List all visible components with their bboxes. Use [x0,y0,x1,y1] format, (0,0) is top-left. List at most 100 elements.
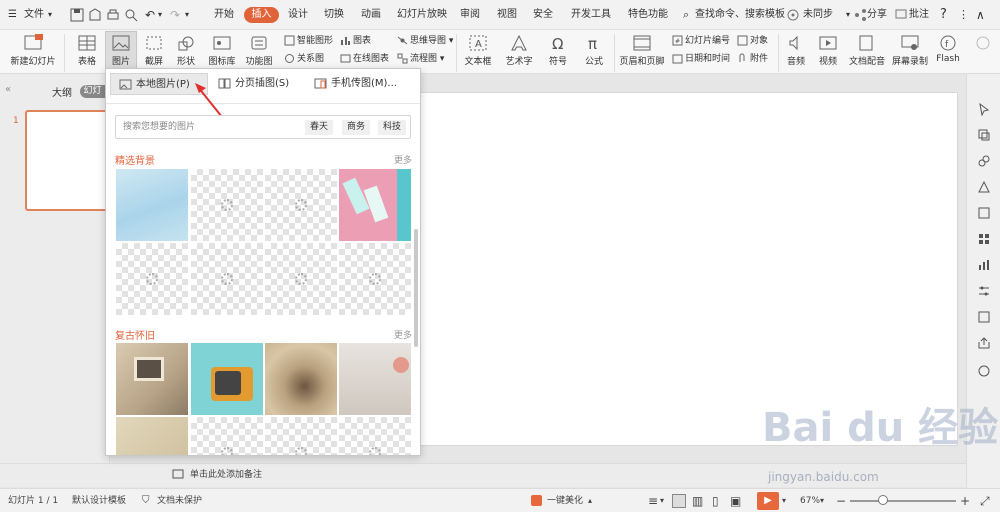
tag-spring[interactable]: 春天 [305,120,334,135]
zoom-slider[interactable] [850,500,956,502]
tab-slideshow[interactable]: 幻灯片放映 [397,0,447,30]
picture-search-box[interactable]: 搜索您想要的图片 春天 商务 科技 [115,115,411,139]
notes-toggle-chevron-icon[interactable]: ▾ [660,489,664,512]
screenshot-button[interactable]: 截屏 [140,32,168,67]
thumb-loading[interactable] [191,243,263,315]
thumb-loading[interactable] [265,169,337,241]
doc-voice-button[interactable]: 文档配音 [848,32,886,67]
thumb-loading[interactable] [191,169,263,241]
tab-insert[interactable]: 插入 [244,7,279,23]
play-button[interactable]: ▶ [757,492,779,510]
mind-map-button[interactable]: 思维导图 ▾ [397,34,453,48]
thumb-retro-tv[interactable] [191,343,263,415]
file-menu-chevron-icon[interactable]: ▾ [48,0,52,30]
chart-button[interactable]: 图表 [340,34,371,48]
play-chevron-icon[interactable]: ▾ [782,489,786,512]
zoom-level[interactable]: 67% [800,489,820,512]
object-button[interactable]: 对象 [737,34,768,48]
export-icon[interactable] [977,336,991,350]
scene-icon[interactable] [977,206,991,220]
thumb-old-paper[interactable] [116,417,188,455]
cursor-icon[interactable] [977,102,991,116]
redo-icon[interactable]: ↷ [170,0,180,30]
fit-window-icon[interactable]: ⤢ [980,489,990,512]
picture-button[interactable]: 图片 [105,31,137,71]
retro-more-link[interactable]: 更多 [394,328,412,341]
collapse-ribbon-icon[interactable]: ∧ [976,0,985,30]
symbol-button[interactable]: Ω 符号 [542,32,574,67]
preview-icon[interactable] [124,8,138,22]
relation-button[interactable]: 关系图 [284,52,324,66]
protect-status[interactable]: 文档未保护 [157,489,202,512]
zoom-out-icon[interactable]: − [836,489,846,512]
tag-business[interactable]: 商务 [342,120,371,135]
image-icon[interactable] [977,310,991,324]
more-icon[interactable]: ⋮ [958,0,969,30]
smart-art-button[interactable]: 智能图形 [284,34,333,48]
slide-number-button[interactable]: # 幻灯片编号 [672,34,730,48]
dropdown-scrollbar[interactable] [414,229,418,347]
tab-developer[interactable]: 开发工具 [571,0,611,30]
tab-features[interactable]: 特色功能 [628,0,672,30]
thumb-loading[interactable] [116,243,188,315]
flowchart-button[interactable]: 流程图 ▾ [397,52,444,66]
slide-canvas[interactable] [420,92,958,446]
grid-icon[interactable] [977,232,991,246]
fill-icon[interactable] [977,180,991,194]
attachment-button[interactable]: 附件 [737,52,768,66]
online-chart-button[interactable]: 在线图表 [340,52,389,66]
featured-more-link[interactable]: 更多 [394,153,412,166]
undo-chevron-icon[interactable]: ▾ [158,0,162,30]
beautify-button[interactable]: 一键美化 [547,489,583,512]
table-button[interactable]: 表格 [70,32,104,67]
tab-slides[interactable]: 幻灯片 [80,85,105,98]
shape-effects-icon[interactable] [977,154,991,168]
sorter-view-icon[interactable]: ▥ [692,489,703,512]
hamburger-icon[interactable]: ☰ [8,0,17,30]
thumb-vintage-photos[interactable] [116,343,188,415]
thumb-loading[interactable] [265,417,337,455]
panel-collapse-icon[interactable]: « [5,84,11,95]
help-icon[interactable]: ? [940,0,947,30]
tab-outline[interactable]: 大纲 [52,84,72,99]
thumb-book-pages[interactable] [265,343,337,415]
new-slide-button[interactable]: 新建幻灯片 [8,32,58,67]
tag-tech[interactable]: 科技 [378,120,407,135]
customize-chevron-icon[interactable]: ▾ [185,0,189,30]
shape-button[interactable]: 形状 [171,32,201,67]
presenter-view-icon[interactable]: ▣ [730,489,741,512]
output-icon[interactable] [88,8,102,22]
save-icon[interactable] [70,8,84,22]
zoom-chevron-icon[interactable]: ▾ [820,489,824,512]
tab-view[interactable]: 视图 [497,0,517,30]
tab-animation[interactable]: 动画 [361,0,381,30]
tab-review[interactable]: 审阅 [460,0,480,30]
thumb-loading[interactable] [191,417,263,455]
thumb-loading[interactable] [265,243,337,315]
thumb-loading[interactable] [339,417,411,455]
slide-thumbnail[interactable] [25,110,111,211]
art-text-button[interactable]: 艺术字 [500,32,538,67]
overflow-button[interactable] [968,32,998,54]
phone-upload-option[interactable]: 手机传图(M)... [314,73,397,95]
thumb-sky[interactable] [116,169,188,241]
icon-lib-button[interactable]: 图标库 [205,32,239,67]
thumb-flowers[interactable] [339,343,411,415]
thumb-popsicles[interactable] [339,169,411,241]
command-search[interactable]: 查找命令、搜索模板 [695,0,785,30]
comment-button[interactable]: 批注 [909,0,929,30]
notes-toggle-icon[interactable]: ≡ [648,489,658,512]
template-name[interactable]: 默认设计模板 [72,489,126,512]
func-chart-button[interactable]: 功能图 [241,32,277,67]
datetime-button[interactable]: 日期和时间 [672,52,730,66]
notes-placeholder[interactable]: 单击此处添加备注 [190,464,262,486]
sync-status[interactable]: 未同步 [803,0,833,30]
thumb-loading[interactable] [339,243,411,315]
picture-search-input[interactable]: 搜索您想要的图片 [123,116,195,138]
search-icon[interactable]: ⌕ [683,0,689,30]
sync-chevron-icon[interactable]: ▾ [846,0,850,30]
sliders-icon[interactable] [977,284,991,298]
audio-button[interactable]: 音频 [782,32,810,67]
file-menu[interactable]: 文件 [24,0,44,30]
screen-rec-button[interactable]: 屏幕录制 [890,32,930,67]
